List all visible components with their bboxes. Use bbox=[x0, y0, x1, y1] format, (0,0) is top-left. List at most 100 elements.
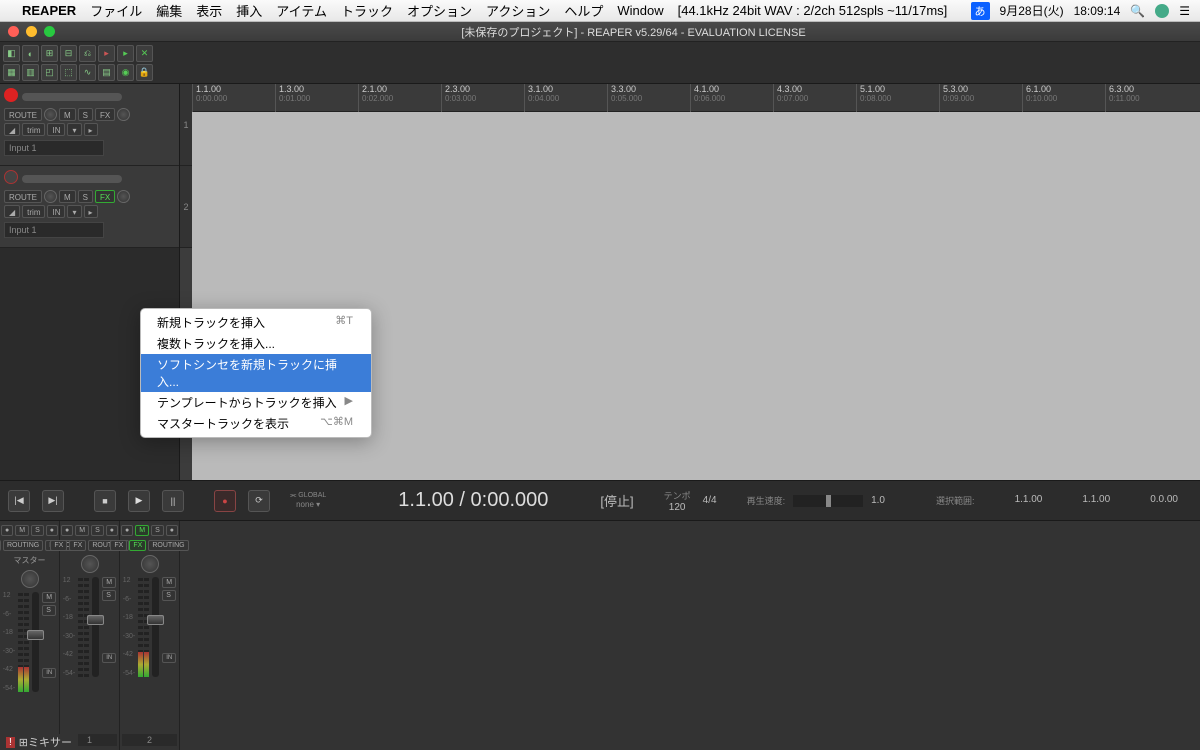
date[interactable]: 9月28日(火) bbox=[1000, 2, 1064, 19]
tool-btn[interactable]: ▸ bbox=[98, 45, 115, 62]
volume-slider[interactable] bbox=[22, 93, 122, 101]
env-button[interactable]: ◢ bbox=[4, 123, 20, 136]
app-name[interactable]: REAPER bbox=[22, 3, 76, 18]
tool-btn[interactable]: ▥ bbox=[22, 64, 39, 81]
route-button[interactable]: ROUTE bbox=[4, 108, 42, 121]
input-selector[interactable]: Input 1 bbox=[4, 140, 104, 156]
rec-button[interactable]: ● bbox=[1, 525, 13, 536]
trim-button[interactable]: trim bbox=[22, 205, 45, 218]
monitor-button[interactable]: ▾ bbox=[67, 123, 81, 136]
context-menu-item[interactable]: ソフトシンセを新規トラックに挿入... bbox=[141, 354, 371, 392]
pause-button[interactable]: || bbox=[162, 490, 184, 512]
context-menu-item[interactable]: 複数トラックを挿入... bbox=[141, 333, 371, 354]
audio-info[interactable]: [44.1kHz 24bit WAV : 2/2ch 512spls ~11/1… bbox=[678, 3, 948, 18]
pan-knob[interactable] bbox=[44, 190, 57, 203]
pan-knob[interactable] bbox=[81, 555, 99, 573]
tool-btn[interactable]: ◰ bbox=[41, 64, 58, 81]
solo-button[interactable]: S bbox=[78, 190, 93, 203]
fx-button[interactable]: FX bbox=[95, 108, 115, 121]
close-button[interactable] bbox=[8, 26, 19, 37]
volume-slider[interactable] bbox=[22, 175, 122, 183]
track-number[interactable]: 1 bbox=[180, 84, 192, 166]
width-knob[interactable] bbox=[117, 108, 130, 121]
menu-insert[interactable]: 挿入 bbox=[236, 1, 262, 20]
sel-end[interactable]: 1.1.00 bbox=[1082, 494, 1110, 507]
volume-fader[interactable] bbox=[92, 577, 99, 677]
rec-mode-button[interactable]: ▸ bbox=[84, 123, 98, 136]
solo-button[interactable]: S bbox=[78, 108, 93, 121]
stop-button[interactable]: ■ bbox=[94, 490, 116, 512]
menu-options[interactable]: オプション bbox=[407, 1, 472, 20]
rec-mode-button[interactable]: ▸ bbox=[84, 205, 98, 218]
play-button[interactable]: ▶ bbox=[128, 490, 150, 512]
context-menu-item[interactable]: マスタートラックを表示⌥⌘M bbox=[141, 413, 371, 434]
menu-edit[interactable]: 編集 bbox=[156, 1, 182, 20]
menu-track[interactable]: トラック bbox=[341, 1, 393, 20]
globe-icon[interactable] bbox=[1155, 4, 1169, 18]
sel-start[interactable]: 1.1.00 bbox=[1015, 494, 1043, 507]
mixer-strip[interactable]: ●MS●FXFXROUTING12-6--18-30--42-54-MSIN1 bbox=[60, 521, 120, 750]
menu-window[interactable]: Window bbox=[617, 3, 663, 18]
ime-indicator[interactable]: あ bbox=[971, 2, 990, 20]
mixer-strip[interactable]: ●MS●FXFXROUTING12-6--18-30--42-54-MSIN2 bbox=[120, 521, 180, 750]
tool-btn[interactable]: ⊟ bbox=[60, 45, 77, 62]
tool-btn[interactable]: ▸ bbox=[117, 45, 134, 62]
tool-btn[interactable]: ⬚ bbox=[60, 64, 77, 81]
timeline-ruler[interactable]: 1.1.000:00.0001.3.000:01.0002.1.000:02.0… bbox=[192, 84, 1200, 112]
pan-knob[interactable] bbox=[44, 108, 57, 121]
in-button[interactable]: IN bbox=[47, 123, 65, 136]
position-display[interactable]: 1.1.00 / 0:00.000 bbox=[398, 489, 548, 512]
track-header[interactable]: ROUTE M S FX ◢ trim IN ▾ ▸ Input 1 bbox=[0, 166, 179, 248]
trim-button[interactable]: trim bbox=[22, 123, 45, 136]
time-signature[interactable]: 4/4 bbox=[703, 495, 717, 506]
maximize-button[interactable] bbox=[44, 26, 55, 37]
pan-knob[interactable] bbox=[141, 555, 159, 573]
mixer-strip[interactable]: ●MS●FXROUTINGMONOマスター12-6--18-30--42-54-… bbox=[0, 521, 60, 750]
env-button[interactable]: ◢ bbox=[4, 205, 20, 218]
time[interactable]: 18:09:14 bbox=[1074, 4, 1121, 18]
tool-btn[interactable]: ▤ bbox=[98, 64, 115, 81]
rec-button[interactable]: ● bbox=[121, 525, 133, 536]
fx-button[interactable]: FX bbox=[95, 190, 115, 203]
volume-fader[interactable] bbox=[32, 592, 39, 692]
menu-actions[interactable]: アクション bbox=[486, 1, 550, 20]
rec-button[interactable]: ● bbox=[61, 525, 73, 536]
width-knob[interactable] bbox=[117, 190, 130, 203]
context-menu-item[interactable]: 新規トラックを挿入⌘T bbox=[141, 312, 371, 333]
goto-end-button[interactable]: ▶| bbox=[42, 490, 64, 512]
route-button[interactable]: ROUTE bbox=[4, 190, 42, 203]
tool-btn[interactable]: ⎌ bbox=[79, 45, 96, 62]
menu-view[interactable]: 表示 bbox=[196, 1, 222, 20]
tool-btn[interactable]: ◐ bbox=[22, 45, 39, 62]
tool-btn[interactable]: ⊞ bbox=[41, 45, 58, 62]
tool-btn[interactable]: ◉ bbox=[117, 64, 134, 81]
mute-button[interactable]: M bbox=[59, 190, 76, 203]
menu-icon[interactable]: ☰ bbox=[1179, 4, 1190, 18]
sel-len[interactable]: 0.0.00 bbox=[1150, 494, 1178, 507]
record-arm-button[interactable] bbox=[4, 88, 18, 102]
spotlight-icon[interactable]: 🔍 bbox=[1130, 4, 1145, 18]
tool-btn[interactable]: ∿ bbox=[79, 64, 96, 81]
playrate-slider[interactable] bbox=[793, 495, 863, 507]
record-button[interactable]: ● bbox=[214, 490, 236, 512]
track-number[interactable]: 2 bbox=[180, 166, 192, 248]
menu-file[interactable]: ファイル bbox=[90, 1, 142, 20]
goto-start-button[interactable]: |◀ bbox=[8, 490, 30, 512]
tool-btn[interactable]: ▦ bbox=[3, 64, 20, 81]
bottom-bar[interactable]: ! ⊞ ミキサー bbox=[0, 734, 78, 750]
tool-btn[interactable]: 🔒 bbox=[136, 64, 153, 81]
menu-help[interactable]: ヘルプ bbox=[564, 1, 603, 20]
in-button[interactable]: IN bbox=[47, 205, 65, 218]
input-selector[interactable]: Input 1 bbox=[4, 222, 104, 238]
minimize-button[interactable] bbox=[26, 26, 37, 37]
context-menu-item[interactable]: テンプレートからトラックを挿入▶ bbox=[141, 392, 371, 413]
mute-button[interactable]: M bbox=[59, 108, 76, 121]
repeat-button[interactable]: ⟳ bbox=[248, 490, 270, 512]
volume-fader[interactable] bbox=[152, 577, 159, 677]
tool-btn[interactable]: ✕ bbox=[136, 45, 153, 62]
track-header[interactable]: ROUTE M S FX ◢ trim IN ▾ ▸ Input 1 bbox=[0, 84, 179, 166]
record-arm-button[interactable] bbox=[4, 170, 18, 184]
menu-item[interactable]: アイテム bbox=[276, 1, 327, 20]
pan-knob[interactable] bbox=[21, 570, 39, 588]
tempo-value[interactable]: 120 bbox=[669, 502, 686, 513]
